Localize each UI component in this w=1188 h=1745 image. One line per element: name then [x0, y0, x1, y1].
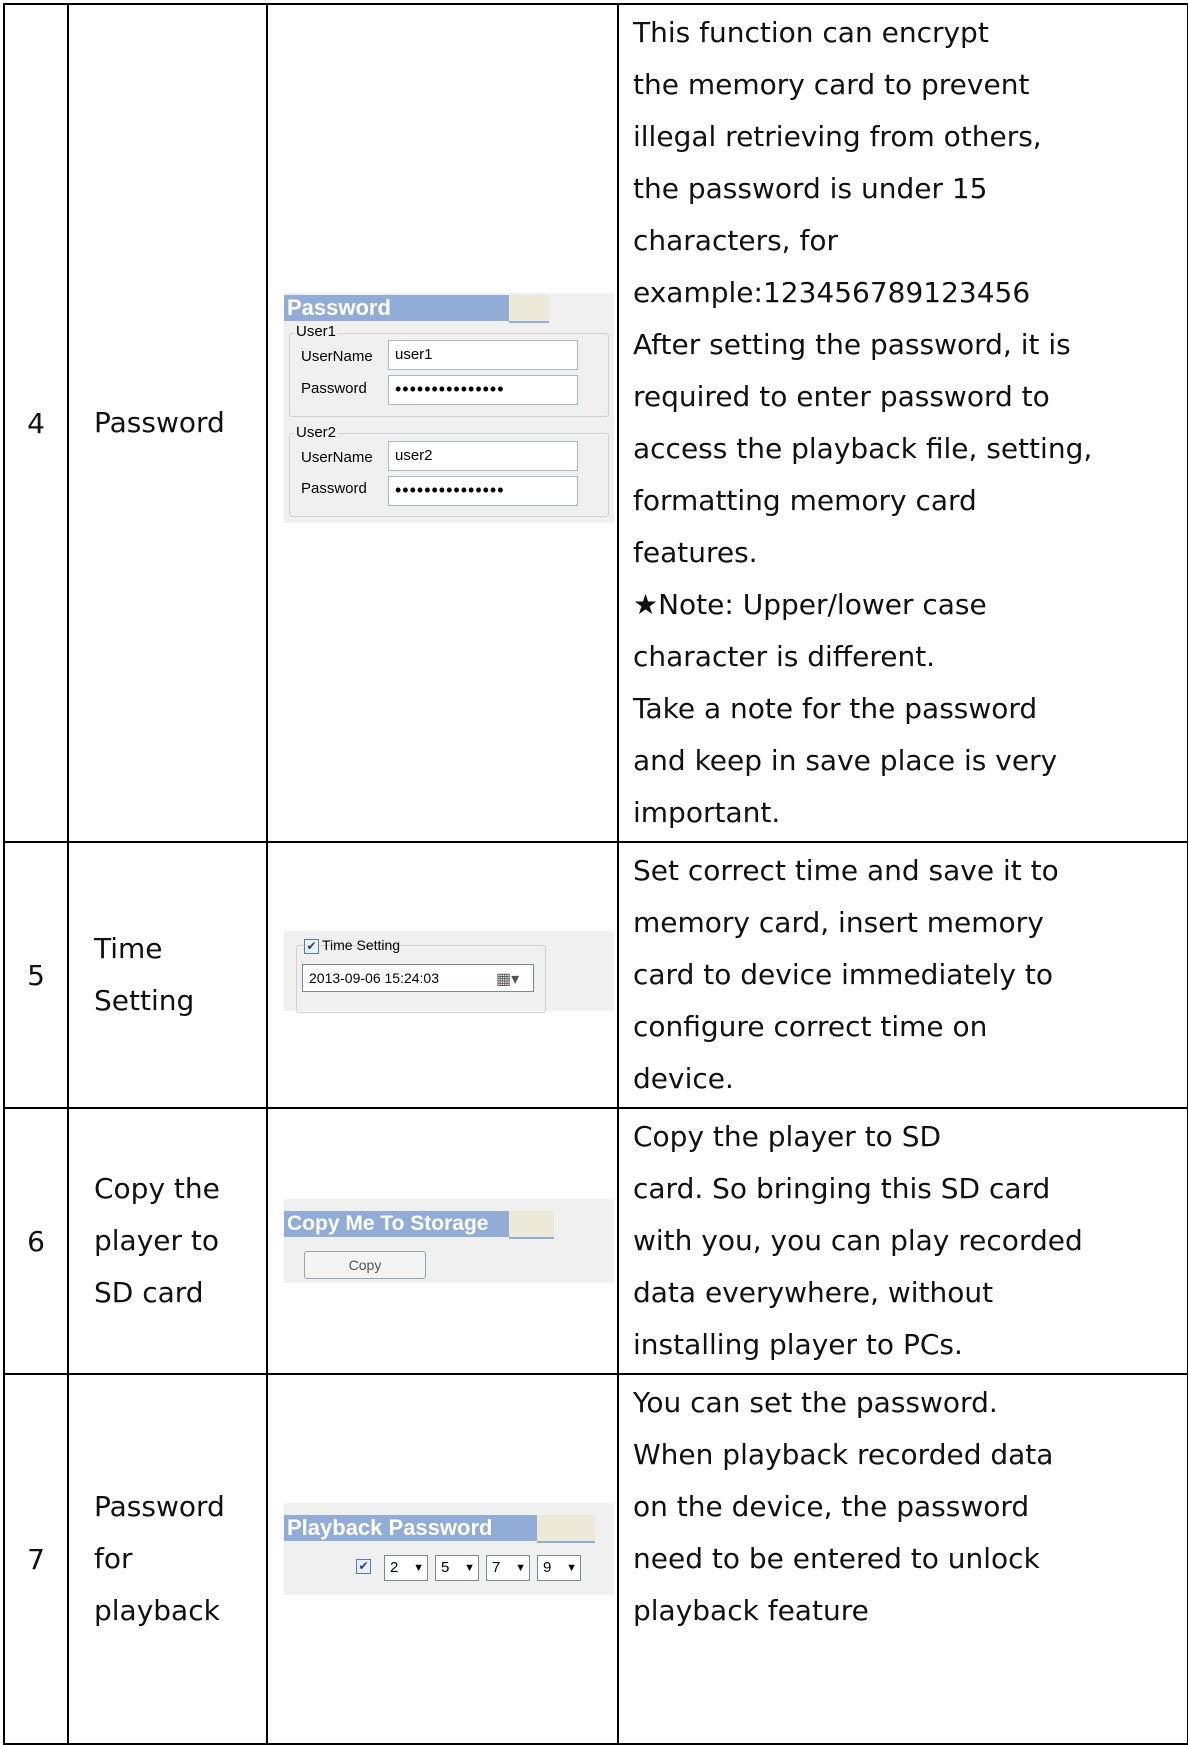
description-line: with you, you can play recorded [633, 1224, 1083, 1257]
description-line: required to enter password to [633, 380, 1050, 413]
description-line: important. [633, 796, 781, 829]
feature-line: Setting [94, 984, 195, 1017]
dropdown-arrow-icon: ▼ [464, 1562, 475, 1574]
screenshot-cell: Password User1 UserName user1 Password •… [266, 3, 619, 843]
dropdown-arrow-icon: ▼ [515, 1562, 526, 1574]
feature-line: for [94, 1542, 133, 1575]
digit-select-value: 2 [390, 1559, 399, 1576]
description-line: formatting memory card [633, 484, 977, 517]
description-line: features. [633, 536, 758, 569]
table-row: 7 Password for playback Playback Passwor… [3, 1373, 1188, 1745]
table-row: 6 Copy the player to SD card Copy Me To … [3, 1107, 1188, 1375]
description-line: Take a note for the password [633, 692, 1038, 725]
description-line: the password is under 15 [633, 172, 988, 205]
digit-select-value: 7 [492, 1559, 501, 1576]
digit-select-value: 9 [543, 1559, 552, 1576]
row-number: 4 [3, 3, 69, 843]
digit-select[interactable]: 2 ▼ [384, 1555, 428, 1581]
description-line: This function can encrypt [633, 16, 989, 49]
digit-select[interactable]: 5 ▼ [435, 1555, 479, 1581]
description-line: After setting the password, it is [633, 328, 1071, 361]
username-input[interactable]: user2 [388, 441, 578, 471]
description-line: need to be entered to unlock [633, 1542, 1040, 1575]
description-cell: You can set the password. When playback … [617, 1373, 1188, 1745]
copy-panel: Copy Me To Storage Copy [284, 1199, 614, 1283]
panel-header: Password [284, 295, 509, 321]
table-row: 5 Time Setting ✔ Time Setting 2013-09-06… [3, 841, 1188, 1109]
calendar-dropdown-icon[interactable]: ▦▾ [496, 969, 519, 989]
description-line: on the device, the password [633, 1490, 1030, 1523]
feature-line: SD card [94, 1276, 204, 1309]
password-label: Password [301, 480, 367, 497]
description-line: Set correct time and save it to [633, 854, 1059, 887]
description-cell: This function can encrypt the memory car… [617, 3, 1188, 843]
dropdown-arrow-icon: ▼ [413, 1562, 424, 1574]
user1-legend: User1 [294, 323, 339, 340]
description-line: character is different. [633, 640, 936, 673]
description-cell: Set correct time and save it to memory c… [617, 841, 1188, 1109]
feature-name: Password for playback [67, 1373, 268, 1745]
description-line: card. So bringing this SD card [633, 1172, 1051, 1205]
password-panel: Password User1 UserName user1 Password •… [284, 293, 614, 523]
row-number: 5 [3, 841, 69, 1109]
digit-select-value: 5 [441, 1559, 450, 1576]
digit-select[interactable]: 9 ▼ [537, 1555, 581, 1581]
description-line: Copy the player to SD [633, 1120, 942, 1153]
description-line: and keep in save place is very [633, 744, 1058, 777]
description-line: illegal retrieving from others, [633, 120, 1042, 153]
username-input[interactable]: user1 [388, 340, 578, 370]
playback-password-panel: Playback Password ✔ 2 ▼ 5 ▼ 7 ▼ 9 ▼ [284, 1503, 614, 1595]
dropdown-arrow-icon: ▼ [566, 1562, 577, 1574]
screenshot-cell: Copy Me To Storage Copy [266, 1107, 619, 1375]
panel-header-tab [509, 295, 549, 323]
digit-select[interactable]: 7 ▼ [486, 1555, 530, 1581]
feature-line: Copy the [94, 1172, 220, 1205]
copy-button[interactable]: Copy [304, 1251, 426, 1279]
password-input[interactable]: ••••••••••••••• [388, 476, 578, 506]
feature-name: Copy the player to SD card [67, 1107, 268, 1375]
description-line: installing player to PCs. [633, 1328, 963, 1361]
description-line: device. [633, 1062, 734, 1095]
description-line: configure correct time on [633, 1010, 988, 1043]
time-setting-panel: ✔ Time Setting 2013-09-06 15:24:03 ▦▾ [284, 931, 614, 1013]
description-line: data everywhere, without [633, 1276, 994, 1309]
description-cell: Copy the player to SD card. So bringing … [617, 1107, 1188, 1375]
description-line: access the playback file, setting, [633, 432, 1093, 465]
user2-legend: User2 [294, 424, 339, 441]
panel-header: Copy Me To Storage [284, 1211, 509, 1237]
password-label: Password [301, 380, 367, 397]
description-line: the memory card to prevent [633, 68, 1030, 101]
feature-name: Time Setting [67, 841, 268, 1109]
screenshot-cell: ✔ Time Setting 2013-09-06 15:24:03 ▦▾ [266, 841, 619, 1109]
description-line: memory card, insert memory [633, 906, 1044, 939]
row-number: 7 [3, 1373, 69, 1745]
description-line: You can set the password. [633, 1386, 998, 1419]
table-row: 4 Password Password User1 UserName user1… [3, 3, 1188, 843]
time-setting-label: Time Setting [322, 937, 401, 953]
panel-header: Playback Password [284, 1515, 537, 1541]
playback-password-checkbox[interactable]: ✔ [356, 1559, 371, 1574]
description-line: card to device immediately to [633, 958, 1053, 991]
time-setting-checkbox[interactable]: ✔ [304, 939, 319, 954]
feature-line: Time [94, 932, 163, 965]
row-number: 6 [3, 1107, 69, 1375]
description-line: example:123456789123456 [633, 276, 1031, 309]
panel-header-tab [509, 1211, 554, 1239]
password-input[interactable]: ••••••••••••••• [388, 375, 578, 405]
feature-line: Password [94, 1490, 225, 1523]
username-label: UserName [301, 449, 373, 466]
feature-name: Password [67, 3, 268, 843]
username-label: UserName [301, 348, 373, 365]
screenshot-cell: Playback Password ✔ 2 ▼ 5 ▼ 7 ▼ 9 ▼ [266, 1373, 619, 1745]
description-line: playback feature [633, 1594, 869, 1627]
feature-line: player to [94, 1224, 220, 1257]
panel-header-tab [537, 1515, 595, 1543]
feature-line: Password [94, 406, 225, 439]
description-line: ★Note: Upper/lower case [633, 588, 987, 621]
description-line: When playback recorded data [633, 1438, 1054, 1471]
feature-table: 4 Password Password User1 UserName user1… [3, 3, 1188, 1745]
description-line: characters, for [633, 224, 838, 257]
feature-line: playback [94, 1594, 220, 1627]
